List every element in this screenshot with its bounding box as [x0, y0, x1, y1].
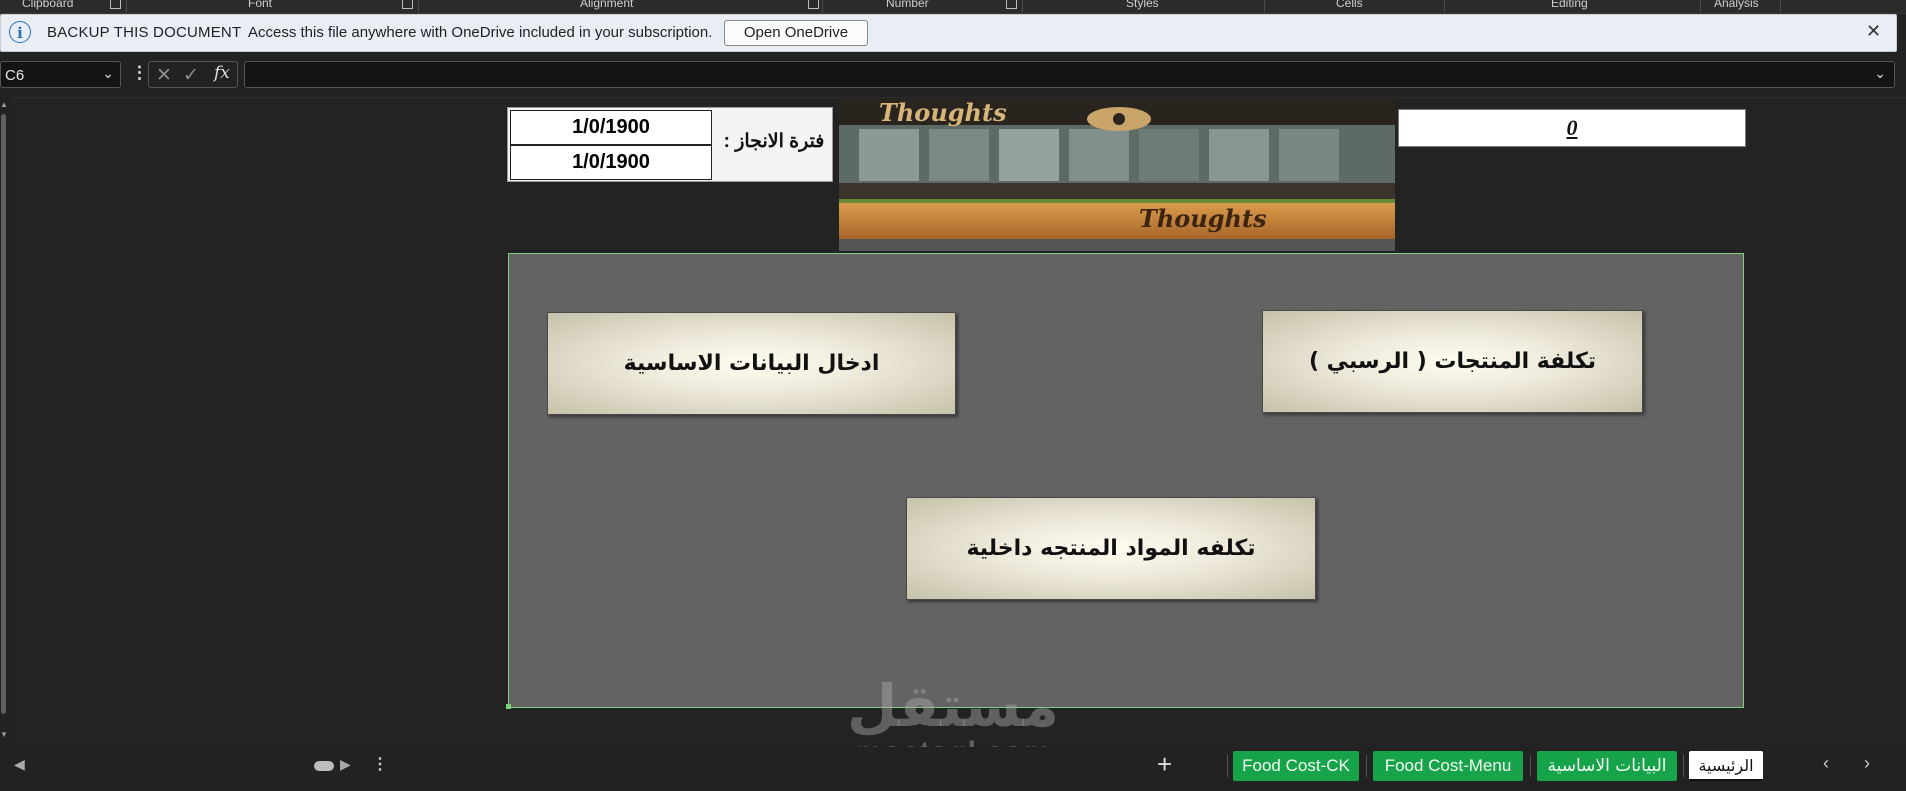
chevron-down-icon[interactable]: ⌄ [102, 65, 114, 82]
basic-data-entry-button[interactable]: ادخال البيانات الاساسية [547, 312, 956, 415]
tab-divider [1366, 755, 1367, 777]
enter-icon[interactable]: ✓ [183, 64, 199, 87]
message-bar-text: Access this file anywhere with OneDrive … [248, 24, 713, 41]
ribbon-group-clipboard: Clipboard [22, 0, 74, 10]
internal-materials-cost-button[interactable]: تكلفه المواد المنتجه داخلية [906, 497, 1316, 600]
info-icon: i [9, 21, 31, 43]
number-dialog-launcher-icon[interactable] [1006, 0, 1017, 9]
name-box-value: C6 [5, 67, 25, 84]
sheet-tab-bar: ◀ ▶ ⋮ + Food Cost-CK Food Cost-Menu البي… [0, 747, 1906, 785]
total-value-cell[interactable]: 0 [1398, 109, 1746, 147]
completion-period-box: 1/0/1900 1/0/1900 فترة الانجاز : [507, 107, 833, 182]
start-date-cell[interactable]: 1/0/1900 [510, 110, 712, 145]
vertical-scrollbar[interactable]: ▲ ▼ [0, 100, 10, 740]
ribbon-divider [1780, 0, 1781, 13]
next-sheet-icon[interactable]: › [1864, 753, 1870, 774]
onedrive-message-bar: i BACKUP THIS DOCUMENT Access this file … [0, 14, 1897, 52]
tab-basic-data[interactable]: البيانات الاساسية [1537, 751, 1677, 781]
insert-function-icon[interactable]: fx [214, 63, 230, 83]
end-date-cell[interactable]: 1/0/1900 [510, 145, 712, 180]
ribbon-divider [418, 0, 419, 13]
product-cost-button[interactable]: تكلفة المنتجات ( الرسبي ) [1262, 310, 1643, 413]
scroll-right-icon[interactable]: ▶ [340, 756, 351, 773]
restaurant-photo[interactable]: Thoughts Thoughts [839, 99, 1395, 251]
clipboard-dialog-launcher-icon[interactable] [110, 0, 121, 9]
font-dialog-launcher-icon[interactable] [402, 0, 413, 9]
tab-divider [1227, 755, 1228, 777]
horizontal-scroll-thumb[interactable] [314, 761, 334, 771]
ribbon-divider [1264, 0, 1265, 13]
photo-sign-text-lower: Thoughts [1139, 204, 1267, 233]
photo-sign-text: Thoughts [879, 99, 1007, 127]
scroll-left-icon[interactable]: ◀ [14, 756, 25, 773]
ribbon-divider [1444, 0, 1445, 13]
expand-formula-bar-icon[interactable]: ⌄ [1874, 65, 1886, 82]
more-options-icon[interactable]: ⋮ [131, 63, 148, 83]
tab-food-cost-ck[interactable]: Food Cost-CK [1233, 751, 1359, 781]
selection-resize-handle[interactable] [506, 704, 511, 709]
tab-food-cost-menu[interactable]: Food Cost-Menu [1373, 751, 1523, 781]
close-icon[interactable]: ✕ [1866, 21, 1881, 42]
ribbon-group-cells: Cells [1336, 0, 1363, 10]
more-options-icon[interactable]: ⋮ [372, 754, 388, 774]
horizontal-scrollbar[interactable] [30, 761, 330, 771]
alignment-dialog-launcher-icon[interactable] [808, 0, 819, 9]
ribbon-group-analysis: Analysis [1714, 0, 1759, 10]
watermark-arabic: مستقل [846, 672, 1060, 740]
add-sheet-icon[interactable]: + [1157, 749, 1172, 780]
formula-actions: ✕ ✓ fx [148, 61, 238, 88]
tab-home[interactable]: الرئيسية [1689, 751, 1763, 781]
ribbon-divider [822, 0, 823, 13]
ribbon-group-editing: Editing [1551, 0, 1588, 10]
formula-bar: C6 ⌄ ⋮ ✕ ✓ fx ⌄ [0, 59, 1906, 90]
cancel-icon[interactable]: ✕ [156, 64, 172, 87]
ribbon-group-alignment: Alignment [580, 0, 634, 10]
scroll-up-icon[interactable]: ▲ [0, 100, 8, 109]
name-box[interactable]: C6 ⌄ [0, 61, 121, 88]
previous-sheet-icon[interactable]: ‹ [1823, 753, 1829, 774]
message-bar-title: BACKUP THIS DOCUMENT [47, 24, 242, 41]
ribbon-group-number: Number [886, 0, 929, 10]
restaurant-photo-image: Thoughts Thoughts [839, 99, 1395, 251]
tab-divider [1530, 755, 1531, 777]
ribbon-group-labels: Clipboard Font Alignment Number Styles C… [0, 0, 1906, 14]
completion-period-label: فترة الانجاز : [723, 131, 825, 152]
formula-input[interactable]: ⌄ [244, 61, 1895, 88]
ribbon-divider [1700, 0, 1701, 13]
open-onedrive-button[interactable]: Open OneDrive [724, 20, 868, 46]
tab-divider [1683, 755, 1684, 777]
ribbon-group-font: Font [248, 0, 273, 10]
scroll-down-icon[interactable]: ▼ [0, 730, 8, 739]
ribbon-divider [126, 0, 127, 13]
ribbon-group-styles: Styles [1126, 0, 1159, 10]
ribbon-divider [1022, 0, 1023, 13]
vertical-scroll-thumb[interactable] [1, 114, 6, 714]
